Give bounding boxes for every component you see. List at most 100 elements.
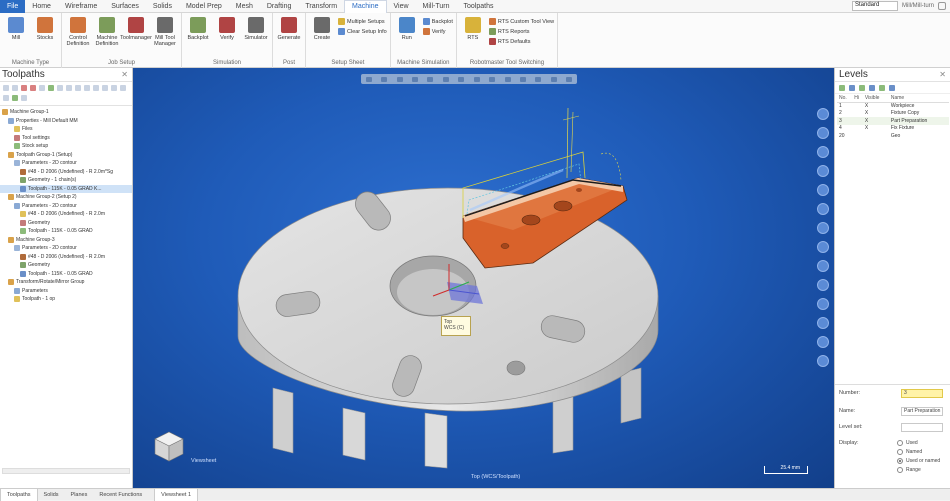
- file-menu[interactable]: File: [0, 0, 26, 13]
- radio-button[interactable]: [897, 449, 903, 455]
- tree-item[interactable]: Machine Group-1: [0, 108, 132, 117]
- tree-item[interactable]: Toolpath - 115K - 0.05 GRAD: [0, 270, 132, 279]
- backplot-button[interactable]: Backplot: [185, 17, 211, 41]
- view-tool-icon[interactable]: [817, 279, 829, 291]
- create-button[interactable]: Create: [309, 17, 335, 41]
- view-tool-icon[interactable]: [817, 336, 829, 348]
- help-icon[interactable]: [938, 2, 946, 10]
- verify-icon[interactable]: [48, 85, 54, 91]
- view-tool-icon[interactable]: [817, 165, 829, 177]
- view-tool-icon[interactable]: [817, 298, 829, 310]
- rts-custom-tool-view-button[interactable]: RTS Custom Tool View: [488, 18, 554, 25]
- panel-tab-toolpaths[interactable]: Toolpaths: [0, 488, 38, 501]
- view-tool-icon[interactable]: [817, 241, 829, 253]
- ribbon-tab-machine[interactable]: Machine: [344, 0, 387, 13]
- view-cube-icon[interactable]: [151, 428, 187, 464]
- radio-button[interactable]: [897, 458, 903, 464]
- lock-icon[interactable]: [93, 85, 99, 91]
- tree-item[interactable]: Toolpath Group-1 (Setup): [0, 151, 132, 160]
- ribbon-tab-view[interactable]: View: [387, 0, 416, 13]
- tree-item[interactable]: Parameters - 2D contour: [0, 244, 132, 253]
- view-tool-icon[interactable]: [817, 184, 829, 196]
- levels-column-header[interactable]: Hi: [852, 94, 863, 103]
- tree-item[interactable]: Geometry - 1 chain(s): [0, 176, 132, 185]
- tree-item[interactable]: #48 - D 2006 (Undefined) - R 2.0m*Sg: [0, 168, 132, 177]
- move-down-icon[interactable]: [120, 85, 126, 91]
- verify-button[interactable]: Verify: [422, 28, 453, 35]
- planes-combo[interactable]: Standard: [852, 1, 898, 11]
- simulate-icon[interactable]: [57, 85, 63, 91]
- tree-item[interactable]: #48 - D 2006 (Undefined) - R 2.0m: [0, 253, 132, 262]
- tree-item[interactable]: Files: [0, 125, 132, 134]
- regenerate-dirty-icon[interactable]: [30, 85, 36, 91]
- run-button[interactable]: Run: [394, 17, 420, 41]
- control-definition-button[interactable]: Control Definition: [65, 17, 91, 47]
- ribbon-tab-toolpaths[interactable]: Toolpaths: [457, 0, 501, 13]
- level-set-field[interactable]: [901, 422, 943, 432]
- tree-item[interactable]: Machine Group-2 (Setup 2): [0, 193, 132, 202]
- ribbon-tab-solids[interactable]: Solids: [146, 0, 179, 13]
- tree-item[interactable]: Tool settings: [0, 134, 132, 143]
- post-icon[interactable]: [66, 85, 72, 91]
- set-visible-icon[interactable]: [859, 85, 865, 91]
- view-tool-icon[interactable]: [817, 127, 829, 139]
- ribbon-tab-mesh[interactable]: Mesh: [229, 0, 260, 13]
- ribbon-tab-home[interactable]: Home: [25, 0, 58, 13]
- view-tool-icon[interactable]: [817, 146, 829, 158]
- level-row[interactable]: 20 Geo: [837, 132, 949, 140]
- rts-defaults-button[interactable]: RTS Defaults: [488, 38, 554, 45]
- viewsheet-tab[interactable]: Viewsheet 1: [154, 488, 199, 501]
- tree-item[interactable]: Transform/Rotate/Mirror Group: [0, 278, 132, 287]
- tree-item[interactable]: Machine Group-3: [0, 236, 132, 245]
- level-row[interactable]: 1 X Workpiece: [837, 102, 949, 110]
- display-option-used[interactable]: Used: [897, 440, 918, 446]
- name-field[interactable]: Part Preparation: [901, 406, 943, 416]
- refresh-icon[interactable]: [879, 85, 885, 91]
- levels-column-header[interactable]: No.: [837, 94, 853, 103]
- ribbon-tab-surfaces[interactable]: Surfaces: [104, 0, 146, 13]
- display-option-range[interactable]: Range: [897, 467, 921, 473]
- tree-item[interactable]: Properties - Mill Default MM: [0, 117, 132, 126]
- delete-icon[interactable]: [84, 85, 90, 91]
- tree-item[interactable]: Geometry: [0, 261, 132, 270]
- tree-item[interactable]: Stock setup: [0, 142, 132, 151]
- view-tool-icon[interactable]: [817, 108, 829, 120]
- toolmanager-button[interactable]: Toolmanager: [120, 17, 152, 41]
- level-row[interactable]: 2 X Fixture Copy: [837, 110, 949, 118]
- tree-item[interactable]: Toolpath - 115K - 0.05 GRAD: [0, 227, 132, 236]
- simulator-button[interactable]: Simulator: [243, 17, 269, 41]
- tree-item[interactable]: Parameters - 2D contour: [0, 159, 132, 168]
- mill-tool-manager-button[interactable]: Mill Tool Manager: [152, 17, 178, 47]
- mill-button[interactable]: Mill: [3, 17, 29, 41]
- view-tool-icon[interactable]: [817, 260, 829, 272]
- scroll-to-icon[interactable]: [21, 95, 27, 101]
- ribbon-tab-transform[interactable]: Transform: [298, 0, 344, 13]
- hide-level-icon[interactable]: [869, 85, 875, 91]
- select-dirty-icon[interactable]: [12, 85, 18, 91]
- display-option-named[interactable]: Named: [897, 449, 922, 455]
- rts-reports-button[interactable]: RTS Reports: [488, 28, 554, 35]
- ribbon-tab-model-prep[interactable]: Model Prep: [179, 0, 229, 13]
- regenerate-icon[interactable]: [21, 85, 27, 91]
- ribbon-tab-mill-turn[interactable]: Mill-Turn: [416, 0, 457, 13]
- add-level-icon[interactable]: [839, 85, 845, 91]
- find-level-icon[interactable]: [849, 85, 855, 91]
- levels-column-header[interactable]: Visible: [862, 94, 889, 103]
- tree-item[interactable]: Toolpath - 115K - 0.05 GRAD K...: [0, 184, 132, 193]
- graphics-viewport[interactable]: Top WCS (C) Viewsheet Top (WCS/Toolpath)…: [133, 68, 834, 488]
- display-option-used-or-named[interactable]: Used or named: [897, 458, 940, 464]
- toggle-posting-icon[interactable]: [111, 85, 117, 91]
- ribbon-tab-drafting[interactable]: Drafting: [260, 0, 299, 13]
- backplot-icon[interactable]: [39, 85, 45, 91]
- high-feed-icon[interactable]: [75, 85, 81, 91]
- help-icon[interactable]: [889, 85, 895, 91]
- rts-button[interactable]: RTS: [460, 17, 486, 41]
- clear-setup-info-button[interactable]: Clear Setup Info: [338, 28, 387, 35]
- close-icon[interactable]: ✕: [121, 70, 128, 79]
- close-icon[interactable]: ✕: [939, 70, 946, 79]
- verify-button[interactable]: Verify: [214, 17, 240, 41]
- tree-item[interactable]: Parameters - 2D contour: [0, 202, 132, 211]
- number-field[interactable]: 3: [901, 388, 943, 398]
- view-tool-icon[interactable]: [817, 355, 829, 367]
- radio-button[interactable]: [897, 440, 903, 446]
